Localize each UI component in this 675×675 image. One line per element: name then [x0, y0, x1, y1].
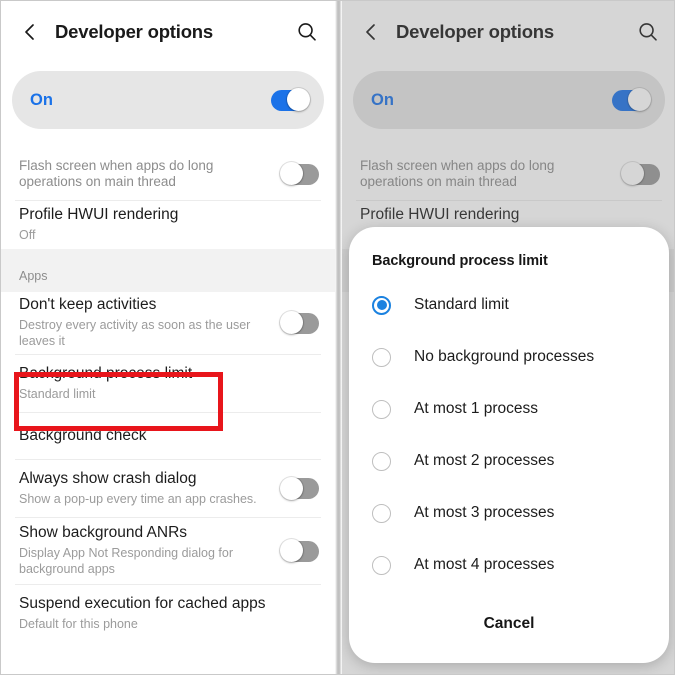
toggle-knob: [628, 88, 651, 111]
master-switch-toggle[interactable]: [271, 88, 310, 111]
section-header-apps: Apps: [1, 258, 335, 292]
master-switch-toggle[interactable]: [612, 88, 651, 111]
radio-button[interactable]: [372, 451, 391, 471]
list-item-flash-screen[interactable]: Flash screen when apps do long operation…: [1, 148, 335, 200]
always-show-crash-dialog-toggle[interactable]: [280, 476, 319, 500]
list-item-title: Profile HWUI rendering: [19, 206, 179, 224]
radio-option-label: At most 2 processes: [414, 452, 555, 469]
list-item-background-process-limit[interactable]: Background process limit Standard limit: [1, 355, 335, 412]
panel-divider: [335, 1, 342, 674]
list-item-title: Profile HWUI rendering: [360, 206, 520, 224]
list-item-flash-screen[interactable]: Flash screen when apps do long operation…: [342, 148, 674, 200]
list-item-texts: Flash screen when apps do long operation…: [19, 158, 282, 191]
list-item-texts: Show background ANRs Display App Not Res…: [19, 524, 282, 577]
list-item-subtitle: Off: [19, 228, 36, 243]
list-item-dont-keep-activities[interactable]: Don't keep activities Destroy every acti…: [1, 292, 335, 354]
radio-option-label: No background processes: [414, 348, 595, 365]
radio-option-at-most-1-process[interactable]: At most 1 process: [349, 383, 669, 435]
radio-option-standard-limit[interactable]: Standard limit: [349, 279, 669, 331]
toggle-knob: [280, 476, 303, 500]
chevron-left-icon[interactable]: [360, 21, 382, 43]
radio-button[interactable]: [372, 555, 391, 575]
radio-option-at-most-4-processes[interactable]: At most 4 processes: [349, 539, 669, 591]
list-item-subtitle: Show a pop-up every time an app crashes.: [19, 491, 257, 506]
list-item-texts: Background check: [19, 427, 319, 446]
toggle-knob: [287, 88, 310, 111]
list-item-title: Flash screen when apps do long operation…: [19, 157, 214, 189]
search-icon[interactable]: [295, 20, 319, 44]
show-background-anrs-toggle[interactable]: [280, 539, 319, 562]
list-item-background-check[interactable]: Background check: [1, 413, 335, 459]
background-process-limit-dialog: Background process limit Standard limit …: [349, 227, 669, 663]
section-gap: [1, 249, 335, 258]
radio-button[interactable]: [372, 399, 391, 419]
page-title: Developer options: [55, 21, 213, 42]
master-switch-label: On: [30, 90, 53, 109]
list-item-title: Background check: [19, 426, 147, 444]
app-bar-right: Developer options: [342, 1, 674, 63]
list-item-texts: Suspend execution for cached apps Defaul…: [19, 595, 319, 632]
page-title: Developer options: [396, 21, 554, 42]
radio-button[interactable]: [372, 503, 391, 523]
radio-option-at-most-2-processes[interactable]: At most 2 processes: [349, 435, 669, 487]
radio-option-label: Standard limit: [414, 296, 509, 313]
spacer: [1, 129, 335, 148]
spacer: [342, 129, 674, 148]
dialog-actions: Cancel: [349, 607, 669, 641]
toggle-knob: [280, 539, 303, 562]
radio-option-label: At most 1 process: [414, 400, 539, 417]
master-switch-label: On: [371, 90, 394, 109]
left-phone-screen: Developer options On Flash screen when a…: [1, 1, 335, 674]
list-item-title: Always show crash dialog: [19, 469, 197, 487]
dont-keep-activities-toggle[interactable]: [280, 311, 319, 334]
list-item-texts: Background process limit Standard limit: [19, 365, 319, 402]
toggle-knob: [280, 311, 303, 334]
list-item-suspend-execution[interactable]: Suspend execution for cached apps Defaul…: [1, 585, 335, 635]
flash-screen-toggle[interactable]: [280, 162, 319, 185]
radio-button[interactable]: [372, 347, 391, 367]
search-icon[interactable]: [636, 20, 660, 44]
list-item-texts: Always show crash dialog Show a pop-up e…: [19, 470, 282, 507]
chevron-left-icon[interactable]: [19, 21, 41, 43]
list-item-title: Flash screen when apps do long operation…: [360, 157, 555, 189]
list-item-subtitle: Standard limit: [19, 386, 96, 401]
list-item-texts: Don't keep activities Destroy every acti…: [19, 296, 282, 349]
list-item-title: Show background ANRs: [19, 524, 188, 542]
dialog-title: Background process limit: [372, 253, 548, 269]
list-item-texts: Flash screen when apps do long operation…: [360, 158, 623, 191]
settings-list-left: Flash screen when apps do long operation…: [1, 148, 335, 635]
list-item-title: Don't keep activities: [19, 296, 157, 314]
list-item-subtitle: Destroy every activity as soon as the us…: [19, 318, 251, 349]
dialog-radio-group: Standard limit No background processes A…: [349, 269, 669, 591]
developer-options-master-row[interactable]: On: [353, 71, 665, 129]
cancel-button[interactable]: Cancel: [460, 607, 559, 641]
list-item-title: Suspend execution for cached apps: [19, 595, 266, 612]
list-item-title: Background process limit: [19, 364, 193, 382]
toggle-knob: [621, 162, 644, 185]
list-item-subtitle: Default for this phone: [19, 616, 138, 631]
right-phone-screen: Developer options On Flash screen when a…: [342, 1, 674, 674]
toggle-knob: [280, 162, 303, 185]
app-bar-left: Developer options: [1, 1, 335, 63]
developer-options-master-row[interactable]: On: [12, 71, 324, 129]
radio-option-no-background-processes[interactable]: No background processes: [349, 331, 669, 383]
radio-button-selected[interactable]: [372, 295, 391, 315]
radio-option-label: At most 4 processes: [414, 556, 555, 573]
list-item-always-show-crash-dialog[interactable]: Always show crash dialog Show a pop-up e…: [1, 460, 335, 517]
list-item-texts: Profile HWUI rendering Off: [19, 206, 319, 243]
list-item-show-background-anrs[interactable]: Show background ANRs Display App Not Res…: [1, 518, 335, 584]
radio-option-at-most-3-processes[interactable]: At most 3 processes: [349, 487, 669, 539]
radio-option-label: At most 3 processes: [414, 504, 555, 521]
list-item-profile-hwui-rendering[interactable]: Profile HWUI rendering Off: [1, 201, 335, 249]
flash-screen-toggle[interactable]: [621, 162, 660, 185]
screenshot-root: Developer options On Flash screen when a…: [0, 0, 675, 675]
list-item-subtitle: Display App Not Responding dialog for ba…: [19, 546, 234, 577]
